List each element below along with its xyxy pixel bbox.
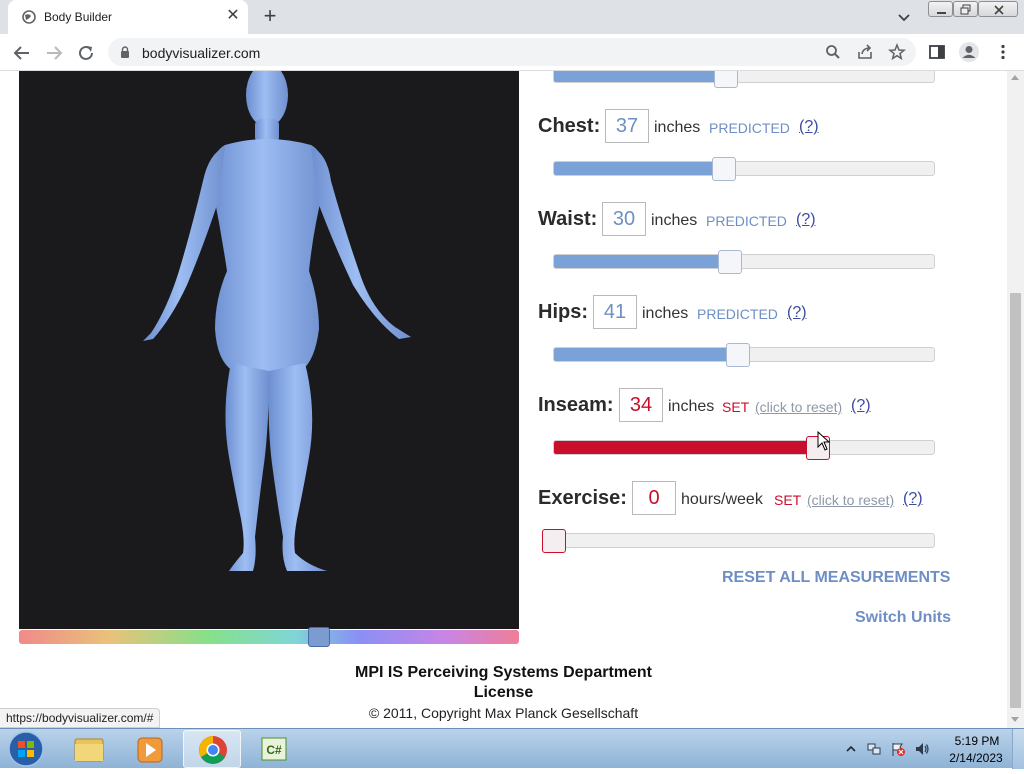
link-status-bubble: https://bodyvisualizer.com/# [0, 708, 161, 728]
restore-window-button[interactable] [953, 1, 978, 17]
close-window-button[interactable] [978, 1, 1018, 17]
side-panel-icon[interactable] [928, 43, 946, 61]
chest-status: PREDICTED [709, 120, 790, 136]
switch-units-link[interactable]: Switch Units [855, 609, 951, 627]
mouse-cursor-icon [817, 431, 831, 451]
exercise-slider-thumb[interactable] [542, 529, 566, 553]
folder-icon [74, 738, 104, 762]
csharp-project-icon: C# [261, 737, 287, 761]
page-viewport: Chest: 37 inches PREDICTED (?) Waist: 30… [0, 71, 1024, 728]
exercise-unit: hours/week [681, 491, 763, 508]
tab-title: Body Builder [44, 10, 113, 24]
height-slider-fill [554, 71, 722, 82]
action-center-flag-icon[interactable] [890, 741, 906, 757]
windows-taskbar: C# 5:19 PM 2/14/2023 [0, 728, 1024, 769]
chevron-down-icon[interactable] [894, 7, 914, 27]
inseam-label: Inseam: [538, 394, 614, 416]
footer-license-link[interactable]: License [0, 684, 1007, 702]
search-icon[interactable] [824, 43, 842, 61]
scroll-up-arrow-icon[interactable] [1011, 75, 1019, 80]
exercise-label: Exercise: [538, 487, 627, 509]
close-tab-icon[interactable]: ✕ [224, 7, 242, 25]
body-color-slider[interactable] [19, 627, 519, 647]
reload-icon[interactable] [75, 42, 97, 64]
forward-arrow-icon[interactable] [43, 42, 65, 64]
inseam-slider[interactable] [553, 436, 935, 460]
exercise-help-link[interactable]: (?) [903, 490, 923, 508]
lock-icon [121, 46, 129, 58]
show-hidden-icons-icon[interactable] [843, 741, 859, 757]
hips-slider-fill [554, 348, 736, 361]
taskbar-visual-studio[interactable]: C# [245, 730, 303, 768]
exercise-input[interactable]: 0 [632, 481, 676, 515]
minimize-window-button[interactable] [928, 1, 953, 17]
chrome-icon [199, 736, 227, 764]
browser-tab[interactable]: Body Builder ✕ [8, 0, 248, 34]
browser-toolbar: bodyvisualizer.com [0, 34, 1024, 71]
inseam-slider-fill [554, 441, 816, 454]
waist-slider-fill [554, 255, 728, 268]
taskbar-clock-time[interactable]: 5:19 PM [947, 734, 1007, 748]
body-model-canvas[interactable] [19, 71, 519, 629]
volume-icon[interactable] [914, 741, 930, 757]
chest-slider[interactable] [553, 157, 935, 181]
hips-label: Hips: [538, 301, 588, 323]
footer-department-link[interactable]: MPI IS Perceiving Systems Department [0, 664, 1007, 682]
chest-input[interactable]: 37 [605, 109, 649, 143]
url-text: bodyvisualizer.com [142, 45, 261, 61]
share-icon[interactable] [856, 43, 874, 61]
inseam-status: SET [722, 399, 750, 415]
svg-text:C#: C# [266, 743, 282, 757]
taskbar-chrome[interactable] [183, 730, 241, 768]
globe-icon [22, 10, 36, 24]
chest-slider-thumb[interactable] [712, 157, 736, 181]
inseam-reset-link[interactable]: (click to reset) [755, 399, 842, 415]
page-scrollbar[interactable] [1007, 71, 1024, 728]
network-icon[interactable] [866, 741, 882, 757]
back-arrow-icon[interactable] [11, 42, 33, 64]
chest-label: Chest: [538, 115, 601, 137]
hips-slider-thumb[interactable] [726, 343, 750, 367]
taskbar-file-explorer[interactable] [60, 730, 118, 768]
waist-input[interactable]: 30 [602, 202, 646, 236]
waist-help-link[interactable]: (?) [796, 211, 816, 229]
exercise-reset-link[interactable]: (click to reset) [807, 492, 894, 508]
height-slider[interactable] [553, 71, 935, 88]
media-player-icon [137, 737, 163, 763]
inseam-input[interactable]: 34 [619, 388, 663, 422]
show-desktop-button[interactable] [1012, 729, 1024, 769]
hips-slider[interactable] [553, 343, 935, 367]
bookmark-star-icon[interactable] [888, 43, 906, 61]
chest-slider-fill [554, 162, 722, 175]
exercise-slider[interactable] [542, 529, 935, 553]
body-color-slider-thumb[interactable] [308, 627, 330, 647]
taskbar-clock-date[interactable]: 2/14/2023 [945, 751, 1007, 765]
hips-help-link[interactable]: (?) [787, 304, 807, 322]
scrollbar-thumb[interactable] [1010, 293, 1021, 708]
profile-avatar-icon[interactable] [958, 41, 980, 63]
waist-slider[interactable] [553, 250, 935, 274]
hips-input[interactable]: 41 [593, 295, 637, 329]
waist-slider-thumb[interactable] [718, 250, 742, 274]
address-bar[interactable]: bodyvisualizer.com [108, 38, 916, 66]
reset-all-measurements-link[interactable]: RESET ALL MEASUREMENTS [722, 569, 950, 587]
waist-unit: inches [651, 212, 698, 229]
chest-unit: inches [654, 119, 701, 136]
exercise-status: SET [774, 492, 802, 508]
hips-unit: inches [642, 305, 689, 322]
waist-status: PREDICTED [706, 213, 787, 229]
more-menu-icon[interactable] [994, 43, 1012, 61]
body-figure-icon [143, 71, 411, 571]
hips-status: PREDICTED [697, 306, 778, 322]
chest-help-link[interactable]: (?) [799, 118, 819, 136]
windows-start-icon[interactable] [6, 730, 46, 768]
taskbar-media-player[interactable] [121, 730, 179, 768]
inseam-unit: inches [668, 398, 715, 415]
waist-label: Waist: [538, 208, 598, 230]
inseam-help-link[interactable]: (?) [851, 397, 871, 415]
height-slider-thumb[interactable] [714, 71, 738, 88]
tab-strip: Body Builder ✕ + [0, 0, 1024, 34]
new-tab-button[interactable]: + [258, 5, 282, 29]
scroll-down-arrow-icon[interactable] [1011, 717, 1019, 722]
